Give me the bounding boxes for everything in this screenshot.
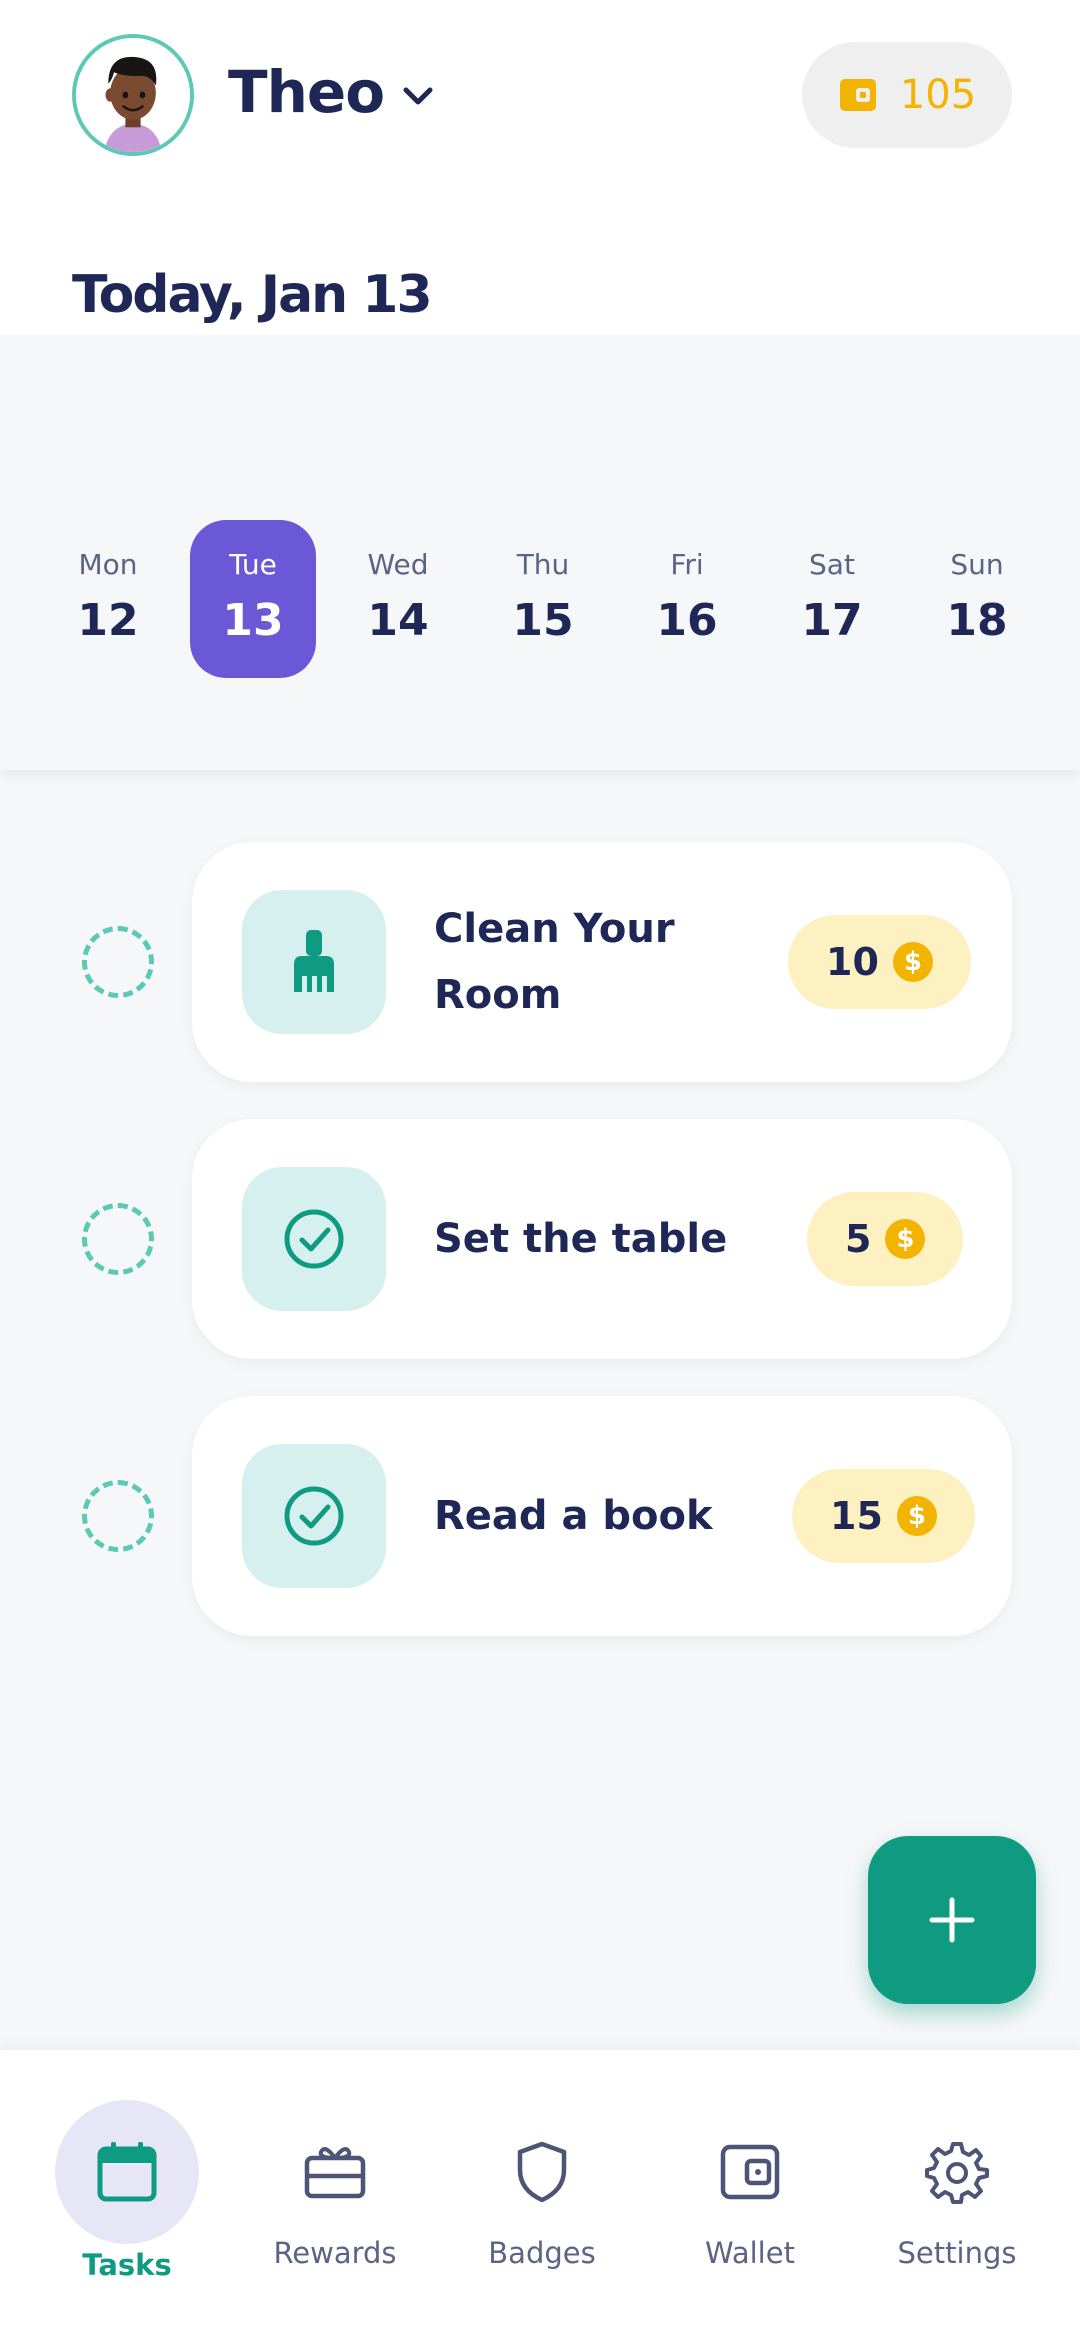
check-circle-icon xyxy=(242,1167,386,1311)
task-points: 15 xyxy=(830,1494,883,1538)
gift-card-icon xyxy=(263,2100,407,2244)
task-title: Clean Your Room xyxy=(434,906,675,1018)
day-number: 12 xyxy=(77,595,139,646)
day-sat[interactable]: Sat 17 xyxy=(769,520,895,678)
avatar-illustration xyxy=(76,38,190,152)
nav-label: Rewards xyxy=(273,2236,397,2270)
day-name: Fri xyxy=(670,548,704,581)
day-number: 16 xyxy=(656,595,718,646)
coin-icon: $ xyxy=(892,942,933,982)
day-number: 14 xyxy=(367,595,429,646)
day-number: 15 xyxy=(512,595,574,646)
nav-label: Tasks xyxy=(82,2248,172,2282)
day-name: Wed xyxy=(367,548,429,581)
task-title: Set the table xyxy=(434,1216,728,1262)
nav-item-wallet[interactable]: Wallet xyxy=(650,2100,850,2320)
header: Theo 105 Today, Jan 13 xyxy=(0,0,1080,335)
balance-amount: 105 xyxy=(899,72,977,118)
nav-item-rewards[interactable]: Rewards xyxy=(235,2100,435,2320)
shield-icon xyxy=(470,2100,614,2244)
day-name: Tue xyxy=(229,548,277,581)
task-complete-checkbox[interactable] xyxy=(82,926,154,998)
day-fri[interactable]: Fri 16 xyxy=(624,520,750,678)
wallet-icon xyxy=(678,2100,822,2244)
day-name: Mon xyxy=(78,548,138,581)
page-title: Today, Jan 13 xyxy=(72,265,433,325)
task-row: Set the table 5 $ xyxy=(0,1119,1080,1359)
day-name: Sun xyxy=(950,548,1004,581)
day-mon[interactable]: Mon 12 xyxy=(45,520,171,678)
task-card[interactable]: Clean Your Room 10 $ xyxy=(192,842,1012,1082)
task-complete-checkbox[interactable] xyxy=(82,1480,154,1552)
check-circle-icon xyxy=(242,1444,386,1588)
nav-item-settings[interactable]: Settings xyxy=(857,2100,1057,2320)
nav-label: Badges xyxy=(488,2236,596,2270)
nav-item-tasks[interactable]: Tasks xyxy=(27,2100,227,2320)
wallet-balance-badge[interactable]: 105 xyxy=(802,42,1012,148)
task-card[interactable]: Set the table 5 $ xyxy=(192,1119,1012,1359)
calendar-icon xyxy=(55,2100,199,2244)
week-strip: Mon 12 Tue 13 Wed 14 Thu 15 Fri 16 Sat 1… xyxy=(0,335,1080,770)
day-name: Thu xyxy=(516,548,570,581)
task-reward-badge: 10 $ xyxy=(788,915,971,1009)
plus-icon xyxy=(929,1897,975,1943)
avatar[interactable] xyxy=(72,34,194,156)
task-reward-badge: 5 $ xyxy=(807,1192,964,1286)
day-sun[interactable]: Sun 18 xyxy=(914,520,1040,678)
day-wed[interactable]: Wed 14 xyxy=(335,520,461,678)
task-points: 10 xyxy=(826,940,879,984)
nav-label: Settings xyxy=(897,2236,1017,2270)
coin-icon: $ xyxy=(896,1496,937,1536)
nav-label: Wallet xyxy=(705,2236,795,2270)
broom-icon xyxy=(242,890,386,1034)
task-title: Read a book xyxy=(434,1493,713,1539)
day-number: 18 xyxy=(946,595,1008,646)
day-number: 17 xyxy=(801,595,863,646)
chevron-down-icon[interactable] xyxy=(396,78,440,114)
day-tue[interactable]: Tue 13 xyxy=(190,520,316,678)
wallet-icon xyxy=(839,79,876,111)
gear-icon xyxy=(885,2100,1029,2244)
task-row: Read a book 15 $ xyxy=(0,1396,1080,1636)
task-reward-badge: 15 $ xyxy=(792,1469,975,1563)
bottom-nav: Tasks Rewards Badges Wallet Settings xyxy=(0,2050,1080,2340)
nav-item-badges[interactable]: Badges xyxy=(442,2100,642,2320)
day-thu[interactable]: Thu 15 xyxy=(480,520,606,678)
coin-icon: $ xyxy=(885,1219,926,1259)
user-name[interactable]: Theo xyxy=(228,58,385,126)
task-complete-checkbox[interactable] xyxy=(82,1203,154,1275)
task-points: 5 xyxy=(845,1217,872,1261)
task-card[interactable]: Read a book 15 $ xyxy=(192,1396,1012,1636)
day-name: Sat xyxy=(809,548,855,581)
day-number: 13 xyxy=(222,595,284,646)
add-task-button[interactable] xyxy=(868,1836,1036,2004)
task-row: Clean Your Room 10 $ xyxy=(0,842,1080,1082)
